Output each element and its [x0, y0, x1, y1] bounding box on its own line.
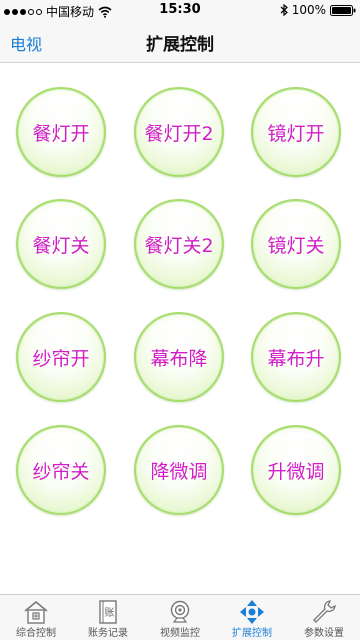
- control-button[interactable]: 幕布降: [134, 312, 224, 402]
- battery-percent: 100%: [291, 3, 326, 17]
- control-button-label: 幕布升: [267, 347, 325, 370]
- control-button-label: 纱帘开: [32, 347, 90, 370]
- control-button[interactable]: 幕布升: [251, 312, 341, 402]
- control-button-label: 纱帘关: [32, 460, 90, 483]
- tab-general-control[interactable]: 综合控制: [0, 595, 72, 640]
- camera-icon: [170, 600, 190, 623]
- tab-label: 参数设置: [304, 628, 344, 639]
- control-button-label: 升微调: [267, 460, 325, 483]
- control-button[interactable]: 餐灯开: [16, 87, 106, 177]
- tab-label: 账务记录: [88, 628, 128, 639]
- tab-label: 视频监控: [160, 628, 200, 639]
- tab-extended-control[interactable]: 扩展控制: [216, 595, 288, 640]
- control-button[interactable]: 升微调: [251, 425, 341, 515]
- ledger-icon: 账: [99, 600, 117, 624]
- control-button[interactable]: 纱帘关: [16, 425, 106, 515]
- battery-icon: [330, 4, 356, 16]
- status-bar: 中国移动 15:30 100%: [0, 0, 360, 20]
- control-button[interactable]: 餐灯关2: [134, 199, 224, 289]
- control-button[interactable]: 镜灯开: [251, 87, 341, 177]
- control-button-label: 降微调: [150, 460, 208, 483]
- home-icon: [24, 600, 48, 624]
- control-button-label: 镜灯关: [267, 234, 325, 257]
- control-button-label: 餐灯开: [32, 122, 90, 145]
- control-button-label: 餐灯关2: [144, 234, 214, 257]
- screen: 中国移动 15:30 100% 电视 扩展控制 餐灯开 餐灯开2 镜灯开 餐灯关…: [0, 0, 360, 640]
- tab-label: 扩展控制: [232, 628, 272, 639]
- tab-video-monitor[interactable]: 视频监控: [144, 595, 216, 640]
- tab-settings[interactable]: 参数设置: [288, 595, 360, 640]
- bluetooth-icon: [280, 4, 288, 16]
- arrows-icon: [240, 600, 264, 624]
- wrench-icon: [313, 600, 336, 623]
- control-button[interactable]: 餐灯开2: [134, 87, 224, 177]
- control-button-label: 餐灯开2: [144, 122, 214, 145]
- control-button-label: 镜灯开: [267, 122, 325, 145]
- status-right: 100%: [280, 3, 356, 17]
- page-title: 扩展控制: [146, 35, 214, 55]
- control-button[interactable]: 纱帘开: [16, 312, 106, 402]
- tab-bar: 综合控制 账 账务记录 视频监控 扩展控制 参数设置: [0, 594, 360, 640]
- nav-bar: 电视 扩展控制: [0, 20, 360, 63]
- control-button[interactable]: 降微调: [134, 425, 224, 515]
- control-button[interactable]: 餐灯关: [16, 199, 106, 289]
- tab-accounts[interactable]: 账 账务记录: [72, 595, 144, 640]
- tab-label: 综合控制: [16, 628, 56, 639]
- control-grid: 餐灯开 餐灯开2 镜灯开 餐灯关 餐灯关2 镜灯关 纱帘开 幕布降 幕布升 纱帘…: [0, 62, 360, 594]
- control-button-label: 餐灯关: [32, 234, 90, 257]
- svg-text:账: 账: [105, 607, 115, 619]
- control-button[interactable]: 镜灯关: [251, 199, 341, 289]
- control-button-label: 幕布降: [150, 347, 208, 370]
